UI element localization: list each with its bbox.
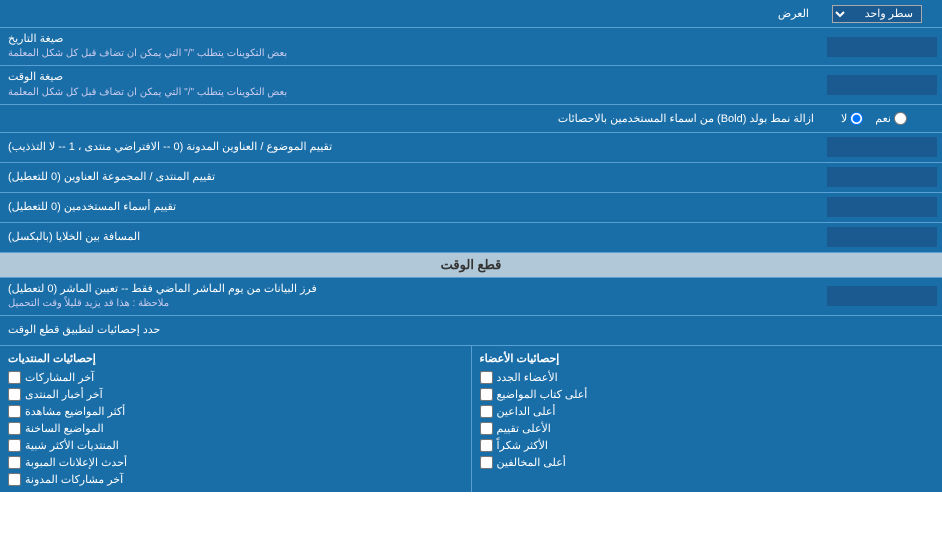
cell-spacing-input[interactable]: 2 (827, 227, 937, 247)
time-format-input[interactable]: H:i (827, 75, 937, 95)
cell-spacing-label: المسافة بين الخلايا (بالبكسل) (0, 223, 822, 252)
stats-header-label: حدد إحصائيات لتطبيق قطع الوقت (0, 316, 942, 345)
chk-top-rated-label: الأعلى تقييم (497, 422, 551, 435)
date-format-row: d-m صيغة التاريخ بعض التكوينات يتطلب "/"… (0, 28, 942, 66)
chk-classified-ads-input[interactable] (8, 456, 21, 469)
cutoff-days-label-cell: فرز البيانات من يوم الماشر الماضي فقط --… (0, 278, 822, 315)
topic-order-label: تقييم الموضوع / العناوين المدونة (0 -- ا… (0, 133, 822, 162)
chk-most-thanks[interactable]: الأكثر شكراً (480, 437, 935, 454)
col2-header: إحصائيات المنتديات (8, 352, 96, 365)
chk-top-violated-input[interactable] (480, 456, 493, 469)
top-row: سطر واحدسطرينثلاثة أسطر العرض (0, 0, 942, 28)
chk-top-inviters-label: أعلى الداعين (497, 405, 556, 418)
users-order-input-cell[interactable]: 0 (822, 193, 942, 222)
chk-last-posts-input[interactable] (8, 371, 21, 384)
chk-hot-topics[interactable]: المواضيع الساخنة (8, 420, 463, 437)
chk-top-rated[interactable]: الأعلى تقييم (480, 420, 935, 437)
chk-top-inviters-input[interactable] (480, 405, 493, 418)
chk-hot-topics-input[interactable] (8, 422, 21, 435)
chk-last-posts[interactable]: آخر المشاركات (8, 369, 463, 386)
cutoff-days-row: 0 فرز البيانات من يوم الماشر الماضي فقط … (0, 278, 942, 316)
chk-hot-topics-label: المواضيع الساخنة (25, 422, 104, 435)
chk-top-topic-writers-label: أعلى كتاب المواضيع (497, 388, 588, 401)
chk-blog-posts[interactable]: آخر مشاركات المدونة (8, 471, 463, 488)
cell-spacing-input-cell[interactable]: 2 (822, 223, 942, 252)
users-order-input[interactable]: 0 (827, 197, 937, 217)
chk-most-similar-forums-label: المنتديات الأكثر شبية (25, 439, 119, 452)
date-format-input[interactable]: d-m (827, 37, 937, 57)
chk-most-thanks-label: الأكثر شكراً (497, 439, 548, 452)
chk-classified-ads-label: أحدث الإعلانات المبوبة (25, 456, 127, 469)
topic-order-input-cell[interactable]: 33 (822, 133, 942, 162)
time-format-row: H:i صيغة الوقت بعض التكوينات يتطلب "/" ا… (0, 66, 942, 104)
cutoff-header-text: قطع الوقت (441, 257, 502, 272)
forum-order-label: تقييم المنتدى / المجموعة العناوين (0 للت… (0, 163, 822, 192)
chk-most-thanks-input[interactable] (480, 439, 493, 452)
display-label: العرض (5, 7, 817, 20)
chk-top-topic-writers-input[interactable] (480, 388, 493, 401)
time-format-label-cell: صيغة الوقت بعض التكوينات يتطلب "/" التي … (0, 66, 822, 103)
display-select[interactable]: سطر واحدسطرينثلاثة أسطر (832, 5, 922, 23)
bold-yes-radio[interactable] (894, 112, 907, 125)
time-format-input-cell[interactable]: H:i (822, 66, 942, 103)
chk-top-inviters[interactable]: أعلى الداعين (480, 403, 935, 420)
date-format-label-cell: صيغة التاريخ بعض التكوينات يتطلب "/" الت… (0, 28, 822, 65)
forum-order-row: 33 تقييم المنتدى / المجموعة العناوين (0 … (0, 163, 942, 193)
cutoff-days-input-cell[interactable]: 0 (822, 278, 942, 315)
chk-most-viewed[interactable]: أكثر المواضيع مشاهدة (8, 403, 463, 420)
cutoff-days-label: فرز البيانات من يوم الماشر الماضي فقط --… (8, 282, 317, 297)
cutoff-days-input[interactable]: 0 (827, 286, 937, 306)
chk-forum-news-input[interactable] (8, 388, 21, 401)
bold-no-radio[interactable] (850, 112, 863, 125)
cutoff-section-header: قطع الوقت (0, 253, 942, 278)
col1-header: إحصائيات الأعضاء (480, 352, 560, 365)
date-format-input-cell[interactable]: d-m (822, 28, 942, 65)
bold-yes-label[interactable]: نعم (875, 112, 907, 125)
date-format-label: صيغة التاريخ (8, 32, 63, 47)
chk-forum-news-label: آخر أخبار المنتدى (25, 388, 103, 401)
chk-forum-news[interactable]: آخر أخبار المنتدى (8, 386, 463, 403)
chk-new-members[interactable]: الأعضاء الجدد (480, 369, 935, 386)
chk-classified-ads[interactable]: أحدث الإعلانات المبوبة (8, 454, 463, 471)
bold-no-label[interactable]: لا (841, 112, 863, 125)
stats-header-row: حدد إحصائيات لتطبيق قطع الوقت (0, 316, 942, 346)
chk-blog-posts-label: آخر مشاركات المدونة (25, 473, 123, 486)
bold-yes-text: نعم (875, 112, 891, 125)
checkboxes-grid: إحصائيات الأعضاء الأعضاء الجدد أعلى كتاب… (0, 346, 942, 492)
forum-order-input[interactable]: 33 (827, 167, 937, 187)
cell-spacing-row: 2 المسافة بين الخلايا (بالبكسل) (0, 223, 942, 253)
chk-top-violated-label: أعلى المخالفين (497, 456, 566, 469)
time-format-sub: بعض التكوينات يتطلب "/" التي يمكن ان تضا… (8, 86, 287, 100)
chk-most-viewed-input[interactable] (8, 405, 21, 418)
bold-radios[interactable]: نعم لا (814, 112, 934, 125)
chk-new-members-label: الأعضاء الجدد (497, 371, 558, 384)
bold-label: ازالة نمط بولد (Bold) من اسماء المستخدمي… (8, 112, 814, 125)
chk-new-members-input[interactable] (480, 371, 493, 384)
chk-top-violated[interactable]: أعلى المخالفين (480, 454, 935, 471)
chk-top-rated-input[interactable] (480, 422, 493, 435)
bold-row: نعم لا ازالة نمط بولد (Bold) من اسماء ال… (0, 105, 942, 133)
bold-no-text: لا (841, 112, 847, 125)
chk-blog-posts-input[interactable] (8, 473, 21, 486)
topic-order-row: 33 تقييم الموضوع / العناوين المدونة (0 -… (0, 133, 942, 163)
chk-most-similar-forums-input[interactable] (8, 439, 21, 452)
chk-most-viewed-label: أكثر المواضيع مشاهدة (25, 405, 125, 418)
chk-top-topic-writers[interactable]: أعلى كتاب المواضيع (480, 386, 935, 403)
forum-order-input-cell[interactable]: 33 (822, 163, 942, 192)
chk-most-similar-forums[interactable]: المنتديات الأكثر شبية (8, 437, 463, 454)
time-format-label: صيغة الوقت (8, 70, 63, 85)
users-order-label: تقييم أسماء المستخدمين (0 للتعطيل) (0, 193, 822, 222)
topic-order-input[interactable]: 33 (827, 137, 937, 157)
date-format-sub: بعض التكوينات يتطلب "/" التي يمكن ان تضا… (8, 47, 287, 61)
cutoff-days-sub: ملاحظة : هذا قد يزيد قليلاً وقت التحميل (8, 297, 169, 311)
users-order-row: 0 تقييم أسماء المستخدمين (0 للتعطيل) (0, 193, 942, 223)
chk-last-posts-label: آخر المشاركات (25, 371, 94, 384)
